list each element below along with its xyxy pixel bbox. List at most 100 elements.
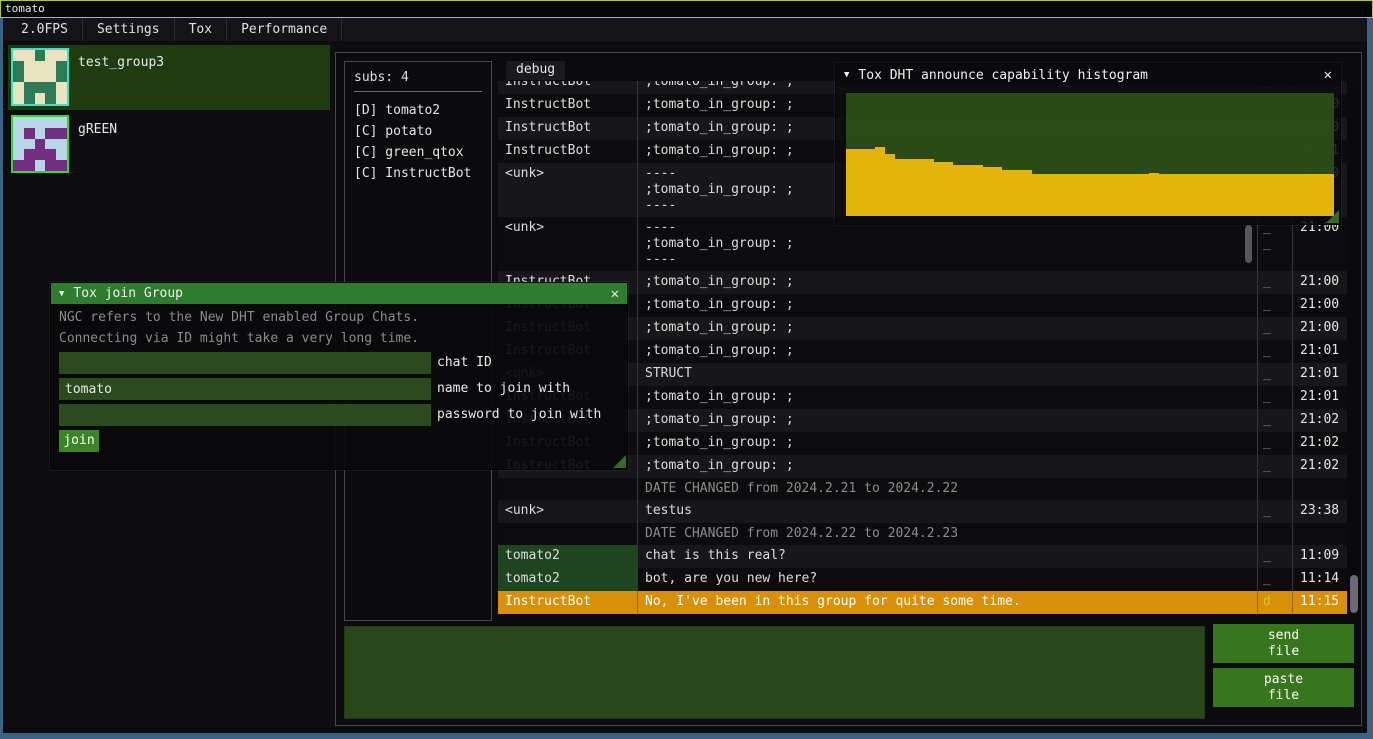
message-row: tomato2bot, are you new here?_ _11:14	[498, 568, 1347, 591]
histogram-window-title: Tox DHT announce capability histogram	[858, 68, 1148, 83]
message-cell: ;tomato_in_group: ;	[638, 317, 1258, 340]
timestamp-cell: 11:14	[1293, 568, 1347, 591]
histogram-bar	[1285, 174, 1295, 216]
timestamp-cell: 21:01	[1293, 363, 1347, 386]
histogram-bar	[1276, 174, 1286, 216]
window-title: tomato	[5, 2, 45, 15]
member-item-green_qtox[interactable]: [C] green_qtox	[354, 142, 482, 163]
date-separator-row: DATE CHANGED from 2024.2.22 to 2024.2.23	[498, 523, 1347, 545]
histogram-bar	[1032, 174, 1042, 216]
histogram-bar	[1305, 174, 1315, 216]
password-input[interactable]	[59, 404, 431, 426]
window-border-bottom	[0, 733, 1373, 739]
join-button[interactable]: join	[59, 430, 99, 452]
histogram-bar	[1129, 174, 1139, 216]
collapse-arrow-icon[interactable]: ▼	[59, 289, 64, 299]
group-row-test_group3[interactable]: test_group3	[8, 45, 330, 110]
menu-item-tox[interactable]: Tox	[175, 18, 227, 41]
window-title-strip: tomato	[0, 0, 1373, 18]
name-input[interactable]	[59, 378, 431, 400]
message-input[interactable]	[344, 626, 1205, 719]
timestamp-cell: 23:38	[1293, 500, 1347, 523]
histogram-bar	[905, 159, 915, 216]
chat-id-input[interactable]	[59, 352, 431, 374]
members-header: subs: 4	[354, 70, 482, 85]
histogram-bar	[934, 162, 944, 216]
sender-cell: InstructBot	[498, 81, 638, 94]
member-item-potato[interactable]: [C] potato	[354, 121, 482, 142]
histogram-bar	[1295, 174, 1305, 216]
histogram-bar	[1051, 174, 1061, 216]
status-cell: _ _	[1258, 340, 1293, 363]
message-cell: STRUCT	[638, 363, 1258, 386]
chat-scrollbar-thumb[interactable]	[1350, 575, 1358, 613]
histogram-bar	[953, 165, 963, 216]
histogram-bar	[856, 149, 866, 216]
histogram-bar	[1002, 170, 1012, 216]
histogram-bar	[1100, 174, 1110, 216]
tab-debug[interactable]: debug	[506, 61, 565, 80]
message-cell: No, I've been in this group for quite so…	[638, 591, 1258, 614]
histogram-window-titlebar[interactable]: ▼ Tox DHT announce capability histogram …	[836, 64, 1340, 86]
histogram-bar	[1159, 174, 1169, 216]
histogram-bar	[1266, 174, 1276, 216]
status-cell	[1258, 478, 1293, 500]
menu-item-2-0fps[interactable]: 2.0FPS	[7, 18, 83, 41]
resize-grip-icon[interactable]	[1326, 210, 1339, 223]
resize-grip-icon[interactable]	[613, 455, 626, 468]
sender-cell: <unk>	[498, 500, 638, 523]
members-list: [D] tomato2[C] potato[C] green_qtox[C] I…	[354, 100, 482, 184]
histogram-bar	[1198, 174, 1208, 216]
field-label: chat ID	[437, 355, 492, 370]
close-icon[interactable]: ✕	[611, 286, 619, 302]
join-note-line1: NGC refers to the New DHT enabled Group …	[59, 310, 419, 325]
histogram-bar	[875, 147, 885, 216]
histogram-bar	[983, 167, 993, 216]
join-group-window: ▼ Tox join Group ✕ NGC refers to the New…	[50, 282, 628, 470]
message-cell: ;tomato_in_group: ;	[638, 271, 1258, 294]
message-scrollbar-thumb[interactable]	[1245, 225, 1252, 263]
member-item-tomato2[interactable]: [D] tomato2	[354, 100, 482, 121]
sender-cell: tomato2	[498, 545, 638, 568]
status-cell: _ _	[1258, 317, 1293, 340]
histogram-bar	[846, 149, 856, 216]
histogram-bar	[1119, 174, 1129, 216]
group-avatar	[11, 48, 69, 106]
histogram-bar	[1110, 174, 1120, 216]
member-item-InstructBot[interactable]: [C] InstructBot	[354, 163, 482, 184]
timestamp-cell: 21:00	[1293, 294, 1347, 317]
send-file-button[interactable]: send file	[1213, 624, 1354, 663]
sender-cell: tomato2	[498, 568, 638, 591]
histogram-bar	[1246, 174, 1256, 216]
close-icon[interactable]: ✕	[1324, 67, 1332, 83]
message-cell: testus	[638, 500, 1258, 523]
status-cell: _ _	[1258, 363, 1293, 386]
window-border-right	[1367, 18, 1373, 739]
join-window-titlebar[interactable]: ▼ Tox join Group ✕	[51, 283, 627, 304]
sender-cell	[498, 523, 638, 545]
sender-cell: InstructBot	[498, 140, 638, 163]
timestamp-cell	[1293, 478, 1347, 500]
menu-item-performance[interactable]: Performance	[227, 18, 342, 41]
message-row: <unk>---- ;tomato_in_group: ; ----_ _21:…	[498, 217, 1347, 271]
histogram-bar	[1139, 174, 1149, 216]
collapse-arrow-icon[interactable]: ▼	[844, 70, 849, 80]
sender-cell: InstructBot	[498, 117, 638, 140]
histogram-bar	[944, 162, 954, 216]
histogram-bar	[1256, 174, 1266, 216]
message-cell: ;tomato_in_group: ;	[638, 432, 1258, 455]
histogram-bar	[973, 165, 983, 216]
join-window-title: Tox join Group	[73, 286, 183, 301]
chat-scrollbar[interactable]	[1348, 81, 1359, 615]
status-cell: _ _	[1258, 500, 1293, 523]
status-cell: _ _	[1258, 386, 1293, 409]
histogram-bar	[914, 159, 924, 216]
sender-cell: InstructBot	[498, 94, 638, 117]
paste-file-button[interactable]: paste file	[1213, 668, 1354, 707]
status-cell	[1258, 523, 1293, 545]
timestamp-cell: 11:15	[1293, 591, 1347, 614]
menu-item-settings[interactable]: Settings	[83, 18, 175, 41]
group-row-gREEN[interactable]: gREEN	[8, 112, 330, 177]
histogram-bar	[1090, 174, 1100, 216]
join-note-line2: Connecting via ID might take a very long…	[59, 331, 419, 346]
